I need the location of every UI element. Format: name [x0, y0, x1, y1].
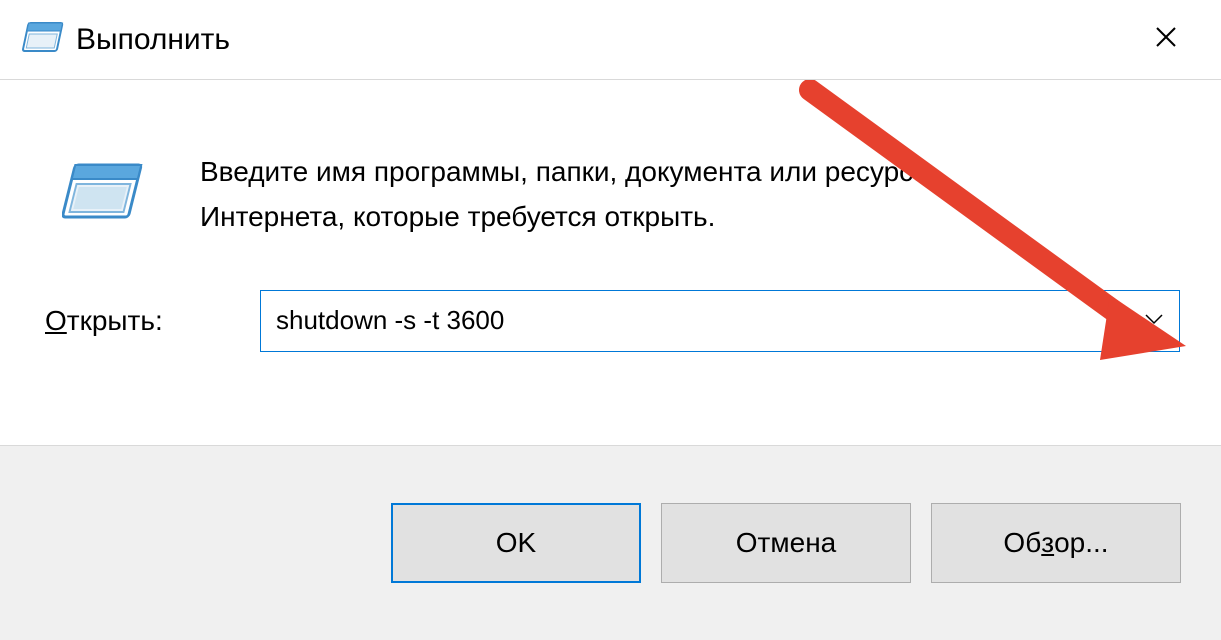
dialog-description: Введите имя программы, папки, документа …: [200, 150, 1020, 240]
ok-button[interactable]: OK: [391, 503, 641, 583]
browse-button[interactable]: Обзор...: [931, 503, 1181, 583]
titlebar: Выполнить: [0, 0, 1221, 80]
run-dialog-icon: [20, 20, 66, 60]
close-button[interactable]: [1151, 22, 1181, 52]
dialog-content: Введите имя программы, папки, документа …: [0, 80, 1221, 445]
open-combobox[interactable]: [260, 290, 1180, 352]
dialog-footer: OK Отмена Обзор...: [0, 445, 1221, 640]
chevron-down-icon[interactable]: [1144, 312, 1164, 330]
open-label: Открыть:: [40, 305, 240, 337]
close-icon: [1154, 25, 1178, 49]
open-input[interactable]: [276, 291, 1164, 351]
window-title: Выполнить: [76, 23, 230, 57]
run-dialog-large-icon: [60, 160, 150, 230]
cancel-button[interactable]: Отмена: [661, 503, 911, 583]
